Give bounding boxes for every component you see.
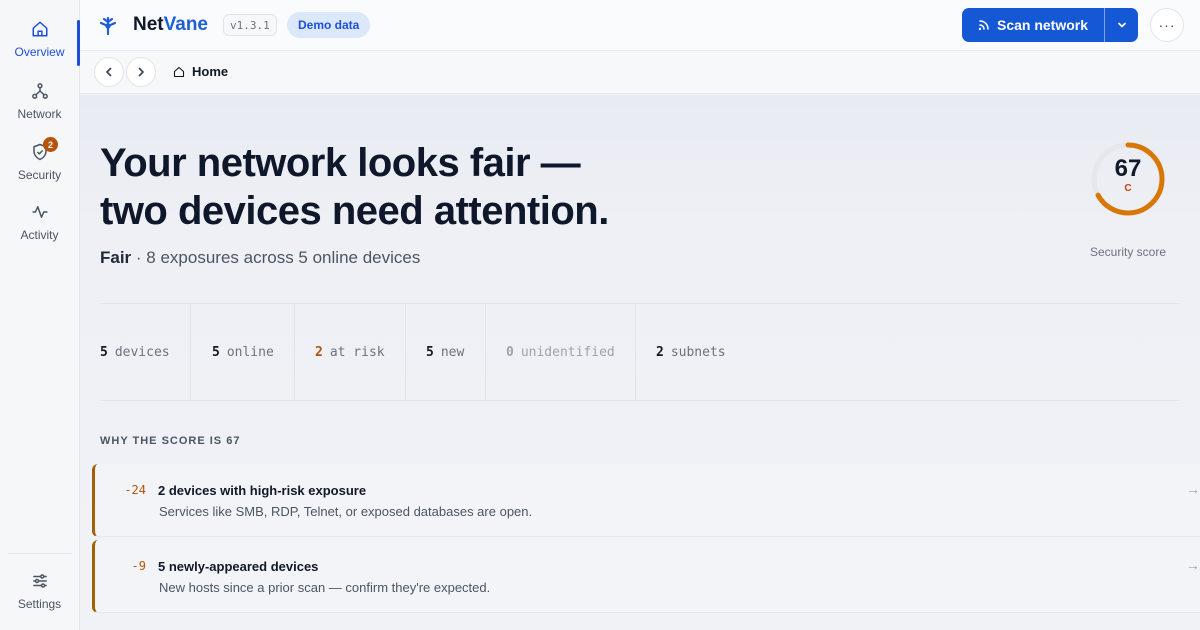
scan-network-button-group: Scan network — [962, 8, 1138, 42]
status-detail: · 8 exposures across 5 online devices — [131, 248, 421, 267]
sidebar-item-label: Activity — [20, 228, 59, 242]
stat-value: 5 — [100, 344, 108, 360]
score-reason-row[interactable]: -24 2 devices with high-risk exposure Se… — [92, 464, 1200, 537]
breadcrumb[interactable]: Home — [173, 64, 228, 79]
reason-title: 2 devices with high-risk exposure — [158, 483, 367, 498]
sidebar-item-overview[interactable]: Overview — [0, 20, 80, 76]
demo-data-pill: Demo data — [287, 12, 371, 38]
stat-label: at risk — [329, 344, 385, 360]
headline-line-2: two devices need attention. — [100, 189, 609, 233]
more-options-button[interactable]: ··· — [1150, 8, 1184, 42]
score-breakdown-title: WHY THE SCORE IS 67 — [100, 435, 241, 447]
status-word: Fair — [100, 248, 132, 267]
sidebar-item-label: Security — [17, 168, 62, 182]
stat-value: 2 — [315, 344, 323, 360]
breadcrumb-bar: Home — [80, 51, 1200, 94]
chevron-down-icon — [1117, 22, 1126, 28]
reason-delta: -24 — [124, 483, 146, 497]
app-brand[interactable]: NetVane — [133, 14, 208, 36]
home-icon — [32, 21, 47, 37]
vane-logo-icon — [99, 16, 117, 36]
stat-at-risk[interactable]: 2 at risk — [295, 304, 406, 400]
stat-label: online — [226, 344, 274, 360]
stat-value: 0 — [506, 344, 514, 360]
stat-unidentified[interactable]: 0 unidentified — [486, 304, 636, 400]
security-score-value: 67 — [1114, 155, 1142, 182]
reason-description: Services like SMB, RDP, Telnet, or expos… — [159, 504, 533, 519]
page-headline: Your network looks fair — two devices ne… — [100, 139, 800, 235]
stat-subnets[interactable]: 2 subnets — [636, 304, 836, 400]
sidebar-item-network[interactable]: Network — [0, 82, 79, 138]
score-reason-row[interactable]: -9 5 newly-appeared devices New hosts si… — [92, 540, 1200, 613]
sidebar-item-activity[interactable]: Activity — [0, 203, 79, 259]
status-summary: Fair · 8 exposures across 5 online devic… — [100, 248, 420, 268]
signal-icon — [978, 20, 989, 31]
back-button[interactable] — [94, 57, 124, 87]
overview-main: Your network looks fair — two devices ne… — [80, 95, 1200, 630]
stat-label: unidentified — [520, 344, 615, 360]
version-badge: v1.3.1 — [223, 14, 277, 36]
sidebar-item-label: Overview — [14, 45, 65, 59]
network-icon — [31, 83, 48, 99]
forward-button[interactable] — [126, 57, 156, 87]
sidebar-item-security[interactable]: 2 Security — [0, 137, 79, 199]
security-score-label: Security score — [1089, 245, 1167, 259]
headline-line-1: Your network looks fair — — [100, 141, 581, 185]
arrow-right-icon: → — [1186, 557, 1200, 573]
stat-label: subnets — [670, 344, 726, 360]
stat-devices[interactable]: 5 devices — [100, 304, 191, 400]
arrow-right-icon: → — [1186, 481, 1200, 497]
reason-description: New hosts since a prior scan — confirm t… — [159, 580, 491, 595]
scan-options-dropdown[interactable] — [1104, 8, 1138, 42]
sliders-icon — [32, 574, 47, 588]
sidebar-item-label: Settings — [17, 597, 62, 611]
reason-title: 5 newly-appeared devices — [158, 559, 319, 574]
scan-network-label: Scan network — [996, 17, 1089, 33]
chevron-left-icon — [105, 67, 112, 77]
sidebar: Overview Network 2 Security Activity Set… — [0, 0, 80, 630]
stats-strip: 5 devices 5 online 2 at risk 5 new 0 unidenti… — [100, 303, 1180, 401]
chevron-right-icon — [138, 67, 145, 77]
stat-value: 5 — [426, 344, 434, 360]
stat-value: 5 — [212, 344, 220, 360]
breadcrumb-home: Home — [192, 64, 229, 79]
activity-icon — [32, 206, 47, 218]
stat-value: 2 — [656, 344, 664, 360]
security-score-grade: C — [1124, 183, 1132, 194]
stat-label: new — [440, 344, 465, 360]
scan-network-button[interactable]: Scan network — [962, 8, 1104, 42]
sidebar-item-settings[interactable]: Settings — [0, 572, 79, 628]
more-icon: ··· — [1158, 17, 1176, 33]
security-alert-badge: 2 — [43, 137, 58, 152]
home-icon — [173, 66, 185, 77]
stat-online[interactable]: 5 online — [191, 304, 295, 400]
sidebar-item-label: Network — [17, 107, 62, 121]
stat-label: devices — [114, 344, 170, 360]
reason-delta: -9 — [131, 559, 146, 573]
top-bar: NetVane v1.3.1 Demo data Scan network ··… — [80, 0, 1200, 51]
brand-prefix: Net — [133, 14, 164, 35]
stat-new[interactable]: 5 new — [406, 304, 486, 400]
brand-accent: Vane — [163, 14, 208, 35]
sidebar-divider — [8, 553, 72, 554]
